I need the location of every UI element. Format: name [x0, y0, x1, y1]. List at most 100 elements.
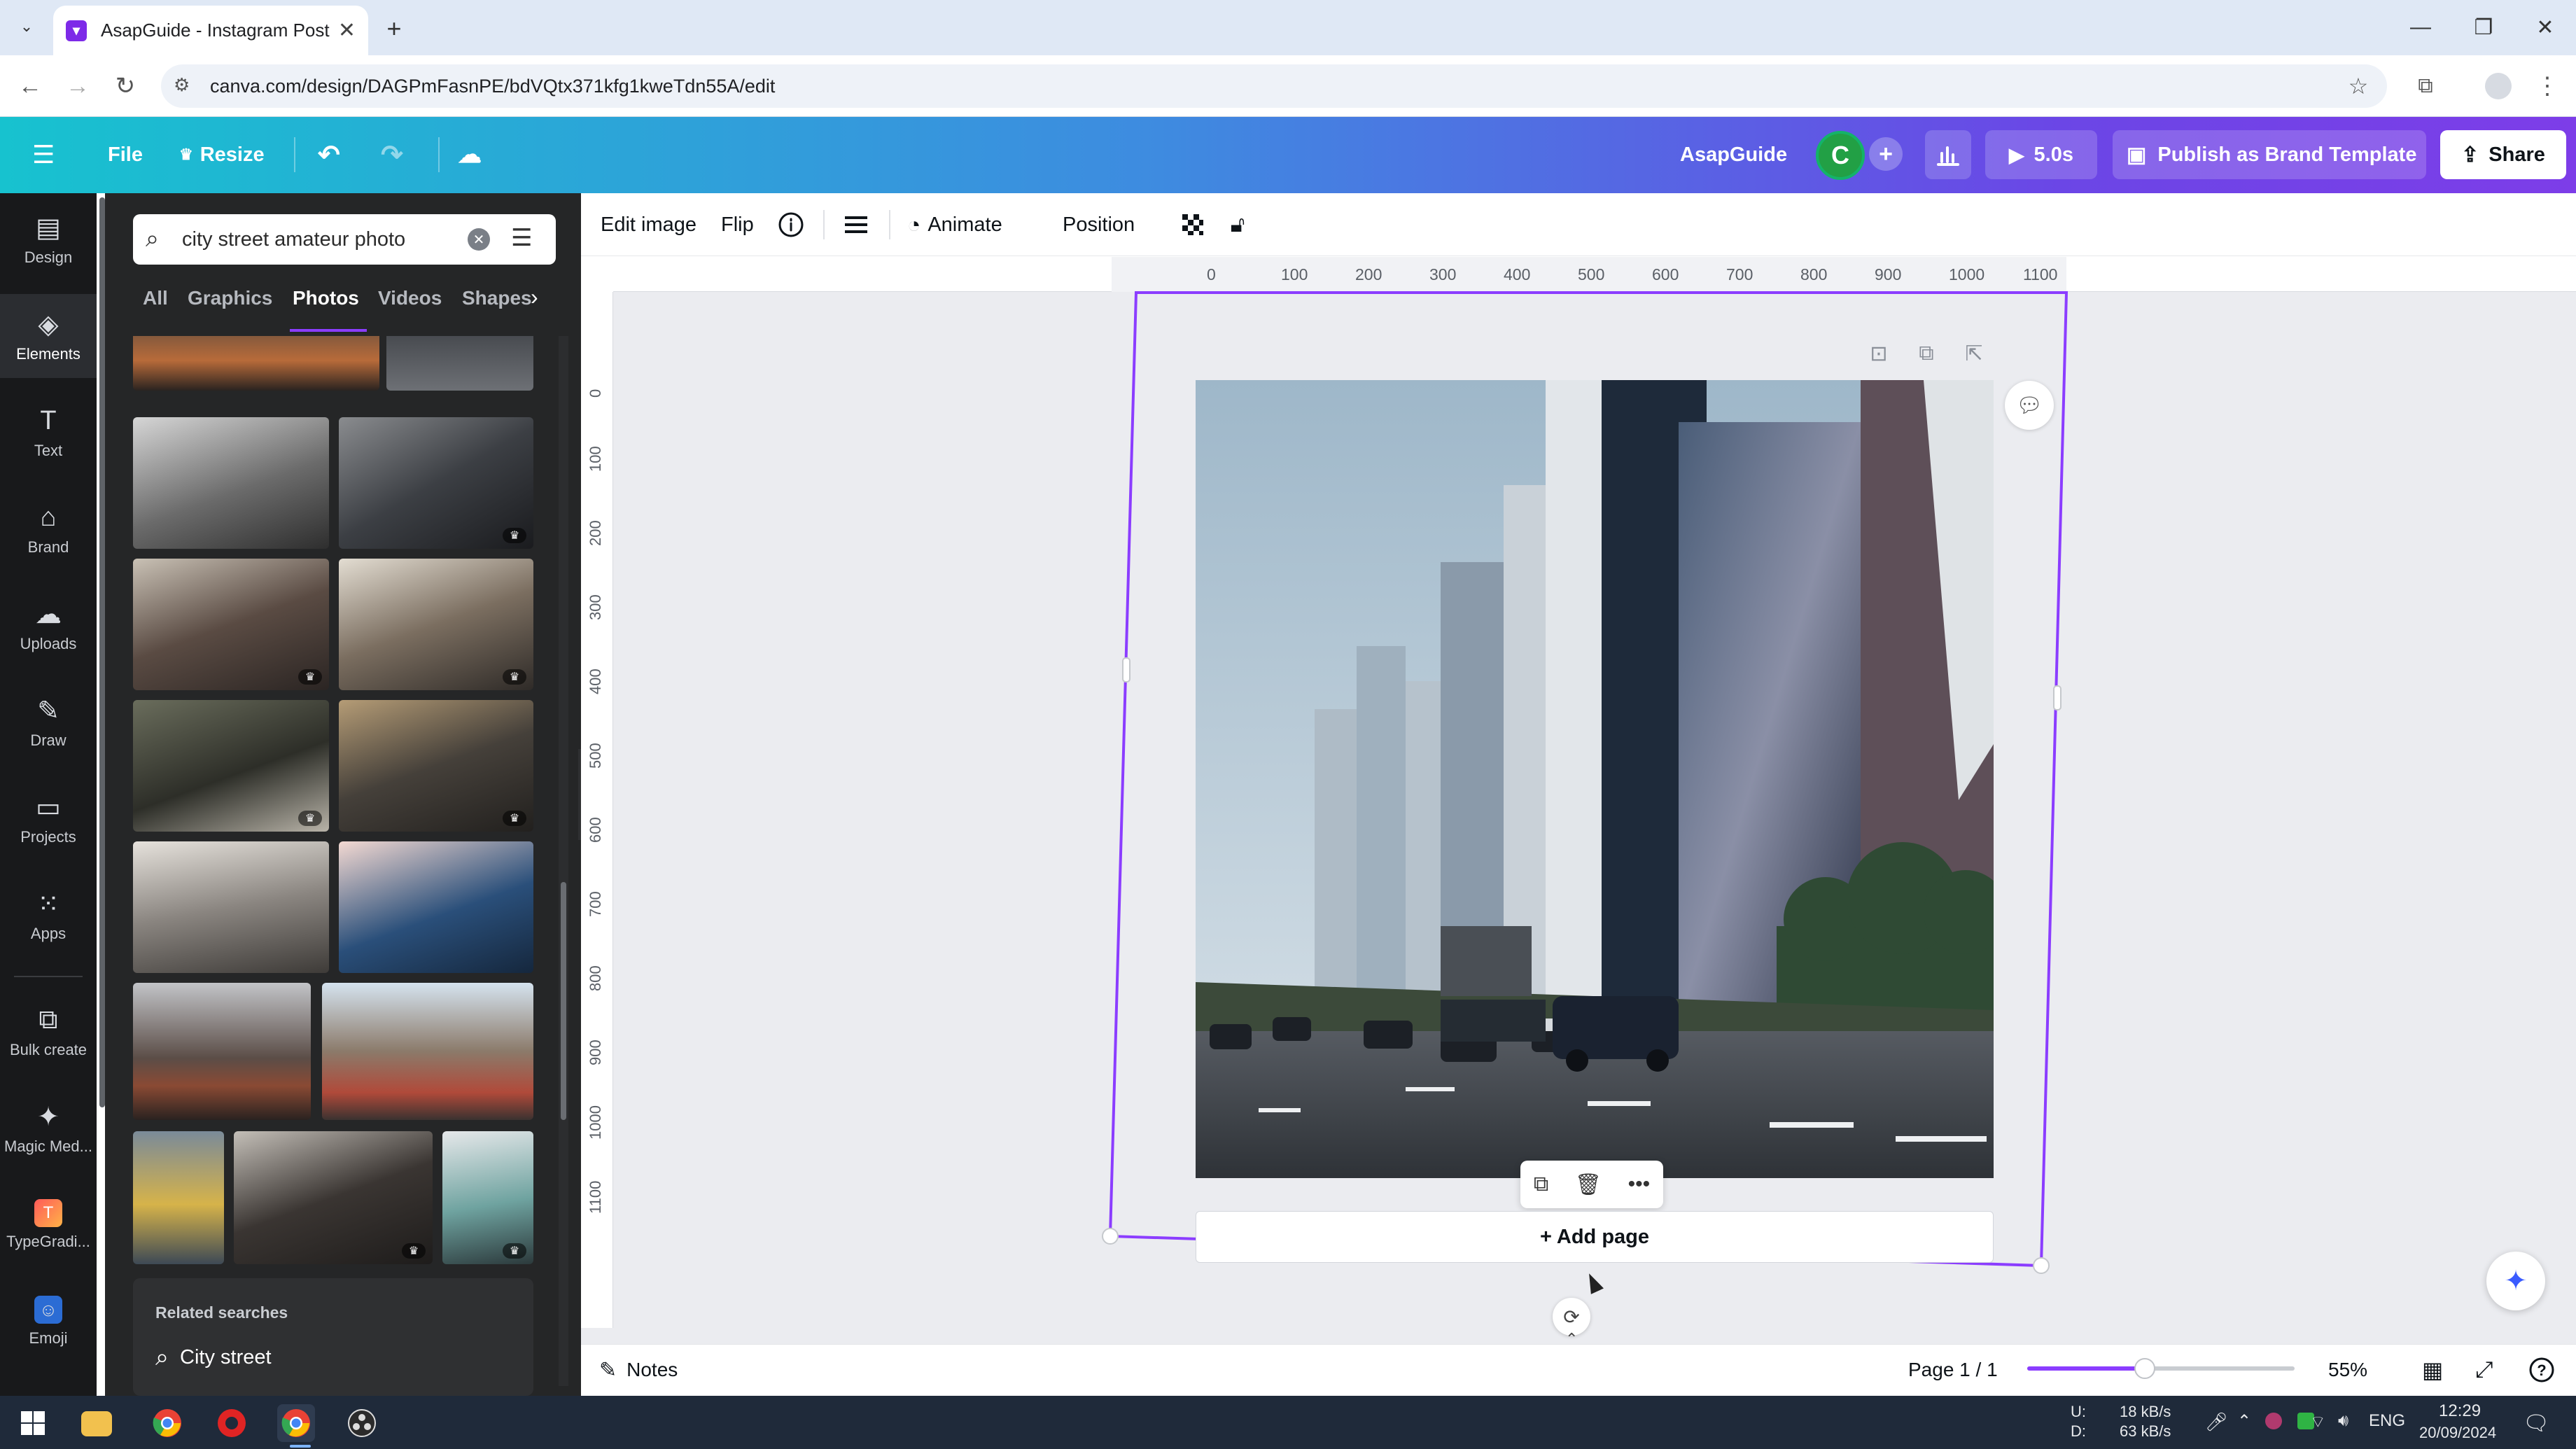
- position-button[interactable]: Position: [1063, 207, 1135, 242]
- keyboard-language[interactable]: ENG: [2369, 1411, 2405, 1431]
- profile-avatar[interactable]: [2485, 73, 2512, 99]
- notifications-icon[interactable]: 🗨︎: [2523, 1411, 2549, 1436]
- microphone-icon[interactable]: 🎤︎: [2205, 1411, 2228, 1433]
- edit-image-button[interactable]: Edit image: [601, 207, 696, 242]
- resize-handle-left[interactable]: [1122, 657, 1130, 682]
- clock-time[interactable]: 12:29: [2439, 1401, 2481, 1421]
- minimize-icon[interactable]: —: [2400, 10, 2442, 45]
- publish-brand-template-button[interactable]: ▣ Publish as Brand Template: [2113, 130, 2426, 179]
- photo-thumbnail[interactable]: ♛: [339, 700, 533, 832]
- photo-thumbnail[interactable]: ♛: [442, 1131, 533, 1264]
- flip-button[interactable]: Flip: [721, 207, 754, 242]
- back-icon[interactable]: ←: [11, 67, 49, 105]
- photo-thumbnail[interactable]: ♛: [339, 417, 533, 549]
- help-icon[interactable]: ?: [2528, 1354, 2555, 1386]
- wifi-icon[interactable]: ⌔: [2310, 1411, 2326, 1432]
- obs-icon[interactable]: [343, 1404, 381, 1442]
- rail-item-typegradient[interactable]: T TypeGradi...: [0, 1183, 97, 1267]
- duplicate-icon[interactable]: ⧉: [1534, 1172, 1548, 1196]
- forward-icon[interactable]: →: [59, 67, 97, 105]
- info-icon[interactable]: [776, 207, 806, 242]
- resize-button[interactable]: ♛ Resize: [179, 130, 265, 179]
- photo-thumbnail[interactable]: ♛: [133, 700, 329, 832]
- recorder-icon[interactable]: [213, 1404, 251, 1442]
- zoom-slider-knob[interactable]: [2134, 1358, 2155, 1379]
- photo-thumbnail[interactable]: ♛: [133, 559, 329, 690]
- photo-thumbnail[interactable]: [339, 841, 533, 973]
- user-avatar[interactable]: C: [1816, 131, 1865, 180]
- browser-menu-icon[interactable]: ⋮: [2528, 67, 2566, 105]
- photo-thumbnail[interactable]: [386, 336, 533, 391]
- rail-item-emoji[interactable]: ☺ Emoji: [0, 1280, 97, 1364]
- photo-thumbnail[interactable]: [133, 841, 329, 973]
- extensions-icon[interactable]: ⧉: [2407, 67, 2444, 105]
- animate-button[interactable]: ◔ Animate: [907, 207, 1002, 242]
- show-hidden-icons-chevron[interactable]: ⌃: [2237, 1411, 2251, 1432]
- file-explorer-icon[interactable]: [81, 1411, 112, 1436]
- clock-date[interactable]: 20/09/2024: [2419, 1424, 2496, 1442]
- hamburger-menu-icon[interactable]: ☰: [32, 130, 55, 179]
- duplicate-page-icon[interactable]: ⧉: [1912, 340, 1940, 368]
- grid-view-icon[interactable]: ▦: [2422, 1354, 2443, 1386]
- add-collaborator-icon[interactable]: +: [1869, 137, 1903, 171]
- rail-item-draw[interactable]: ✎ Draw: [0, 680, 97, 764]
- photo-thumbnail[interactable]: ♛: [339, 559, 533, 690]
- rail-item-projects[interactable]: ▭ Projects: [0, 777, 97, 861]
- reload-icon[interactable]: ↻: [106, 67, 144, 105]
- delete-icon[interactable]: 🗑︎: [1575, 1172, 1602, 1197]
- design-page-photo[interactable]: [1196, 380, 1994, 1178]
- address-bar[interactable]: ⚙ canva.com/design/DAGPmFasnPE/bdVQtx371…: [161, 64, 2387, 108]
- resize-handle-bottom-right[interactable]: [2033, 1257, 2050, 1274]
- more-options-icon[interactable]: •••: [1628, 1172, 1651, 1196]
- rail-scrollbar[interactable]: [99, 197, 105, 1107]
- photo-thumbnail[interactable]: [133, 1131, 224, 1264]
- magic-assistant-sparkle-icon[interactable]: ✦: [2486, 1252, 2545, 1310]
- notes-button[interactable]: ✎ Notes: [599, 1354, 678, 1386]
- share-button[interactable]: ⇪ Share: [2440, 130, 2566, 179]
- file-menu[interactable]: File: [108, 130, 143, 179]
- undo-icon[interactable]: ↶: [318, 130, 340, 179]
- close-tab-icon[interactable]: ✕: [338, 18, 356, 43]
- panel-scroll-thumb[interactable]: [561, 882, 566, 1120]
- tray-app-icon[interactable]: [2265, 1413, 2282, 1429]
- browser-tab[interactable]: ▾ AsapGuide - Instagram Post ✕: [53, 6, 368, 55]
- add-comment-icon[interactable]: 💬︎: [2005, 381, 2054, 430]
- rail-item-bulk-create[interactable]: ⧉ Bulk create: [0, 990, 97, 1074]
- present-button[interactable]: ▶ 5.0s: [1985, 130, 2097, 179]
- photo-thumbnail[interactable]: ♛: [234, 1131, 433, 1264]
- related-search-item[interactable]: ⌕ City street: [155, 1344, 272, 1371]
- add-page-button[interactable]: + Add page: [1196, 1211, 1994, 1263]
- filter-icon[interactable]: ☰: [511, 224, 532, 252]
- lock-page-icon[interactable]: ⊡: [1865, 340, 1893, 368]
- photo-thumbnail[interactable]: [133, 417, 329, 549]
- bookmark-star-icon[interactable]: ☆: [2339, 67, 2377, 105]
- lock-icon[interactable]: 🔓︎: [1224, 207, 1252, 242]
- restore-icon[interactable]: ❐: [2463, 10, 2505, 45]
- window-close-icon[interactable]: ✕: [2524, 10, 2566, 45]
- clear-search-icon[interactable]: ✕: [468, 228, 490, 251]
- border-style-icon[interactable]: [840, 207, 872, 242]
- zoom-level[interactable]: 55%: [2328, 1354, 2367, 1386]
- resize-handle-right[interactable]: [2053, 685, 2062, 710]
- rail-item-magic-media[interactable]: ✦ Magic Med...: [0, 1086, 97, 1170]
- tab-list-icon[interactable]: ⌄: [13, 13, 41, 41]
- new-tab-icon[interactable]: +: [378, 13, 410, 45]
- rail-item-uploads[interactable]: ☁ Uploads: [0, 584, 97, 668]
- photo-thumbnail[interactable]: [133, 336, 379, 391]
- insights-chart-icon[interactable]: [1925, 130, 1971, 179]
- fullscreen-icon[interactable]: ⤢: [2475, 1354, 2493, 1386]
- redo-icon[interactable]: ↷: [381, 130, 403, 179]
- add-page-icon[interactable]: ⇱: [1960, 340, 1988, 368]
- volume-icon[interactable]: 🔊︎: [2338, 1411, 2348, 1431]
- windows-start-icon[interactable]: [14, 1404, 52, 1442]
- rail-item-elements[interactable]: ◈ Elements: [0, 294, 97, 378]
- photo-thumbnail[interactable]: [322, 983, 533, 1120]
- photo-thumbnail[interactable]: [133, 983, 311, 1120]
- transparency-icon[interactable]: [1179, 207, 1207, 242]
- panel-scrollbar[interactable]: [559, 336, 568, 1386]
- page-indicator[interactable]: Page 1 / 1: [1908, 1354, 1998, 1386]
- resize-handle-bottom-left[interactable]: [1102, 1228, 1119, 1245]
- chrome-icon[interactable]: [148, 1404, 186, 1442]
- rail-item-text[interactable]: T Text: [0, 391, 97, 475]
- chrome-active-icon[interactable]: [277, 1404, 315, 1442]
